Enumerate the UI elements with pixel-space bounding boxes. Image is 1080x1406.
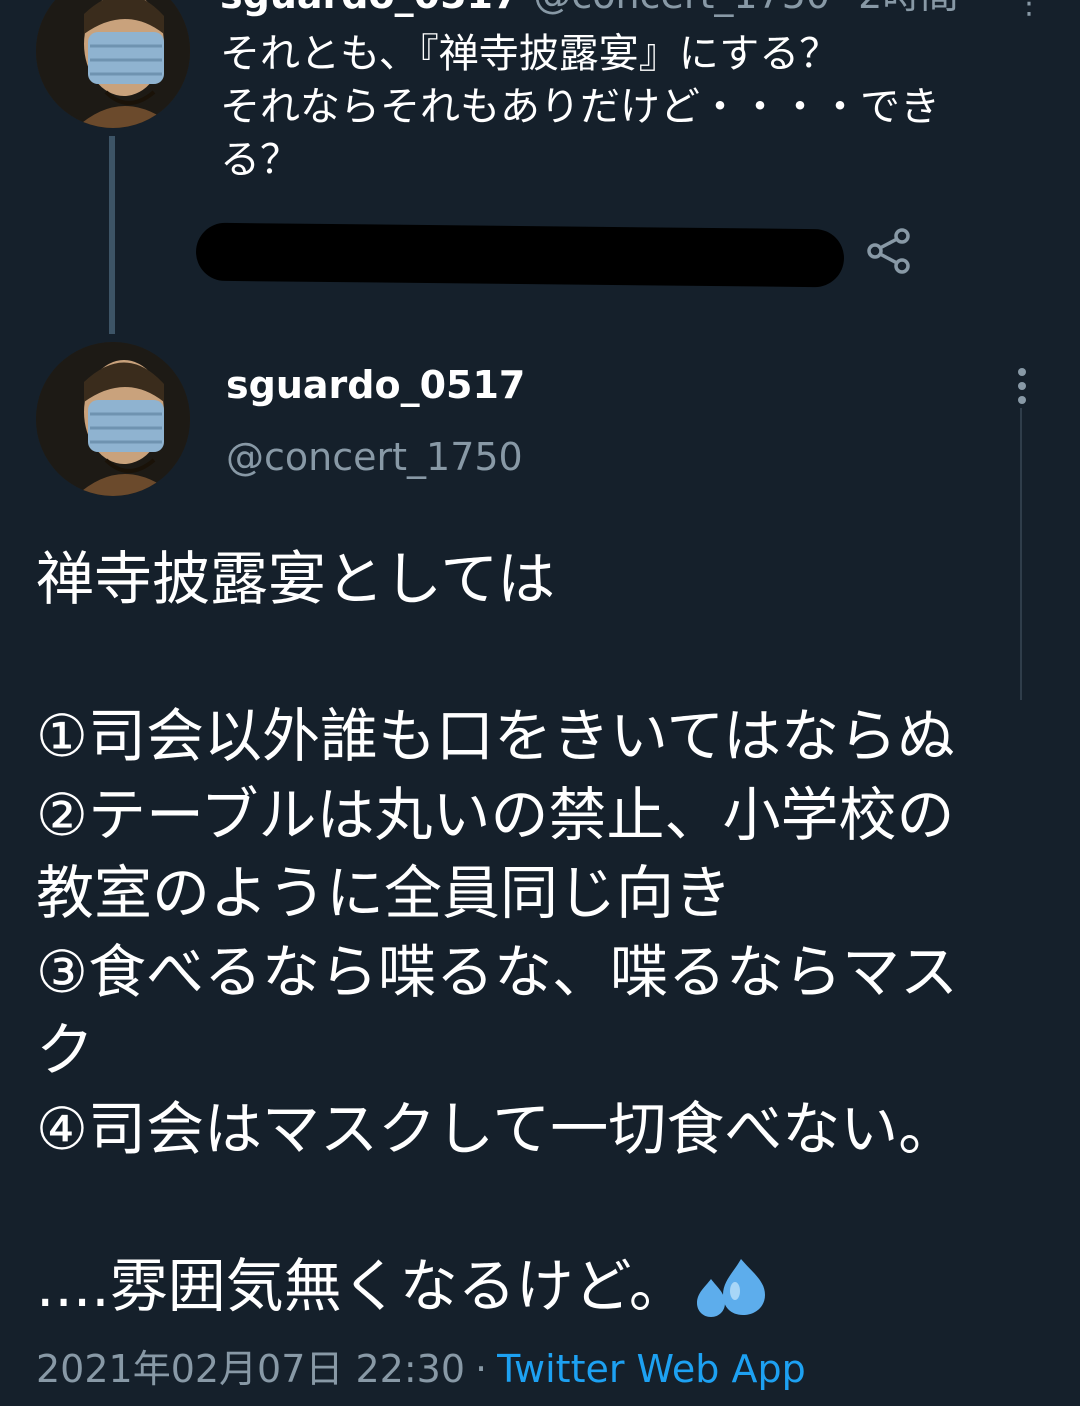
thread-connector-line <box>109 136 115 334</box>
tweet-text-fragment: ....雰囲気無くなるけど。 <box>36 1251 687 1320</box>
display-name[interactable]: sguardo_0517 <box>220 0 519 17</box>
avatar-image <box>36 342 190 496</box>
tweet-time[interactable]: 2時間 <box>858 0 958 17</box>
display-name[interactable]: sguardo_0517 <box>226 360 525 410</box>
separator-dot: · <box>475 1347 488 1391</box>
more-options-icon[interactable]: ⋮ <box>1014 0 1044 21</box>
more-options-icon[interactable] <box>1014 368 1030 408</box>
tweet-text-line-last: ....雰囲気無くなるけど。 <box>36 1247 1056 1326</box>
avatar[interactable] <box>36 342 190 496</box>
tweet-text: 禅寺披露宴としては ①司会以外誰も口をきいてはならぬ ②テーブルは丸いの禁止、小… <box>36 540 1056 1325</box>
user-handle[interactable]: @concert_1750 <box>533 0 830 17</box>
tweet-text-line: 教室のように全員同じ向き <box>36 859 733 927</box>
avatar-image <box>36 0 190 128</box>
tweet-text-line: ①司会以外誰も口をきいてはならぬ <box>36 702 956 770</box>
tweet-text-line: ク <box>36 1016 95 1084</box>
tweet-text-line <box>36 619 1056 698</box>
separator-dot: · <box>838 0 850 17</box>
tweet-text-line <box>36 1168 1056 1247</box>
parent-tweet-header: sguardo_0517 @concert_1750 · 2時間 <box>220 0 958 18</box>
tweet-meta: 2021年02月07日 22:30 · Twitter Web App <box>36 1344 806 1394</box>
tweet-timestamp[interactable]: 2021年02月07日 22:30 <box>36 1347 465 1391</box>
tweet-text-line: 禅寺披露宴としては <box>36 545 556 613</box>
parent-tweet-text: それとも、『禅寺披露宴』にする？ それならそれもありだけど・・・・でき る？ <box>220 31 940 183</box>
tweet-text-line: ③食べるなら喋るな、喋るならマス <box>36 937 958 1006</box>
sweat-droplets-icon <box>696 1259 765 1318</box>
redaction-mark <box>195 222 845 288</box>
share-icon[interactable] <box>864 228 914 274</box>
parent-tweet[interactable]: sguardo_0517 @concert_1750 · 2時間 ⋮ それとも、『禅寺… <box>0 0 1080 334</box>
user-handle[interactable]: @concert_1750 <box>226 432 523 482</box>
tweet-text-line: ②テーブルは丸いの禁止、小学校の <box>36 780 955 849</box>
source-link[interactable]: Twitter Web App <box>497 1347 806 1391</box>
tweet-text-line: ④司会はマスクして一切食べない。 <box>36 1094 957 1163</box>
avatar[interactable] <box>36 0 190 128</box>
